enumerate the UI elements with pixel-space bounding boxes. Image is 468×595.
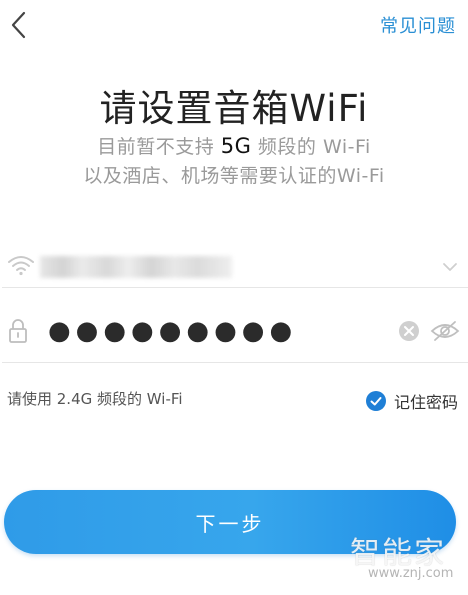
wifi-ssid-field[interactable] — [40, 256, 232, 278]
next-button-label: 下一步 — [195, 511, 265, 536]
watermark: 智能家 www.znj.com — [350, 528, 465, 588]
back-button[interactable] — [6, 8, 36, 42]
subtitle-highlight: 5G — [220, 134, 252, 158]
checkbox-checked-icon[interactable] — [366, 391, 386, 411]
subtitle-line-1: 目前暂不支持 5G 频段的 Wi-Fi — [0, 132, 468, 159]
divider — [2, 362, 468, 363]
password-input[interactable]: ●●●●●●●●● — [48, 316, 297, 346]
clear-password-button[interactable] — [398, 320, 420, 342]
page-title: 请设置音箱WiFi — [99, 87, 369, 130]
faq-link[interactable]: 常见问题 — [380, 12, 456, 38]
eye-off-icon — [430, 321, 460, 341]
lock-icon — [8, 318, 28, 344]
toggle-visibility-button[interactable] — [430, 320, 460, 342]
chevron-left-icon — [11, 11, 26, 39]
subtitle-prefix: 目前暂不支持 — [97, 136, 221, 158]
chevron-down-icon — [443, 263, 457, 271]
subtitle-suffix: 频段的 Wi-Fi — [251, 136, 371, 158]
wifi-icon — [7, 254, 35, 276]
frequency-hint: 请使用 2.4G 频段的 Wi-Fi — [7, 390, 183, 408]
clear-icon — [399, 321, 419, 341]
watermark-url: www.znj.com — [368, 566, 454, 581]
divider — [2, 287, 468, 288]
ssid-blurred — [40, 256, 232, 278]
remember-password-label: 记住密码 — [394, 393, 459, 412]
remember-password-toggle[interactable]: 记住密码 — [366, 389, 458, 413]
wifi-dropdown-button[interactable] — [442, 258, 458, 271]
subtitle-line-2: 以及酒店、机场等需要认证的Wi-Fi — [83, 165, 385, 187]
